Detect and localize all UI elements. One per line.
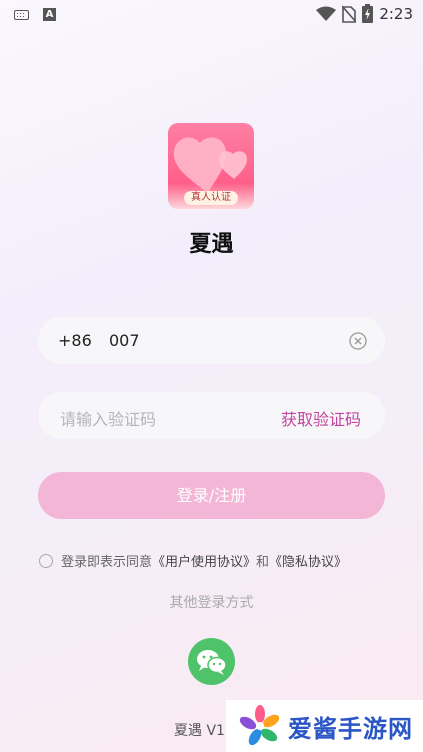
status-time: 2:23 bbox=[379, 4, 413, 23]
keyboard-icon bbox=[14, 9, 29, 20]
a-icon: A bbox=[43, 8, 56, 21]
wechat-icon bbox=[197, 650, 227, 675]
watermark: 爱酱手游网 bbox=[226, 700, 423, 752]
other-login-label: 其他登录方式 bbox=[169, 595, 254, 611]
app-name: 夏遇 bbox=[189, 232, 234, 257]
watermark-logo-icon bbox=[239, 705, 280, 746]
battery-icon bbox=[362, 4, 374, 23]
agreement-checkbox[interactable] bbox=[39, 553, 53, 568]
no-sim-icon bbox=[342, 4, 357, 23]
wechat-login-button[interactable] bbox=[188, 638, 235, 685]
phone-field[interactable]: +86 007 bbox=[38, 317, 385, 364]
user-agreement-link[interactable]: 《用户使用协议》 bbox=[152, 551, 256, 570]
privacy-policy-link[interactable]: 《隐私协议》 bbox=[269, 551, 347, 570]
wifi-icon bbox=[316, 6, 337, 21]
logo-badge: 真人认证 bbox=[184, 191, 238, 205]
agreement-row: 登录即表示同意 《用户使用协议》 和 《隐私协议》 bbox=[39, 551, 347, 570]
version-text: 夏遇 V1 bbox=[174, 723, 225, 739]
app-logo: 真人认证 bbox=[168, 123, 254, 209]
phone-input[interactable]: 007 bbox=[109, 331, 140, 350]
agreement-conjunction: 和 bbox=[256, 555, 270, 570]
code-input[interactable]: 请输入验证码 bbox=[60, 406, 156, 430]
verification-code-field[interactable]: 请输入验证码 获取验证码 bbox=[38, 392, 385, 439]
clear-icon[interactable] bbox=[349, 332, 367, 350]
agreement-prefix: 登录即表示同意 bbox=[61, 555, 153, 570]
login-register-button[interactable]: 登录/注册 bbox=[38, 472, 385, 519]
watermark-text: 爱酱手游网 bbox=[288, 714, 413, 743]
get-code-button[interactable]: 获取验证码 bbox=[281, 406, 361, 430]
status-bar: A 2:23 bbox=[0, 0, 423, 28]
country-code[interactable]: +86 bbox=[58, 331, 92, 350]
